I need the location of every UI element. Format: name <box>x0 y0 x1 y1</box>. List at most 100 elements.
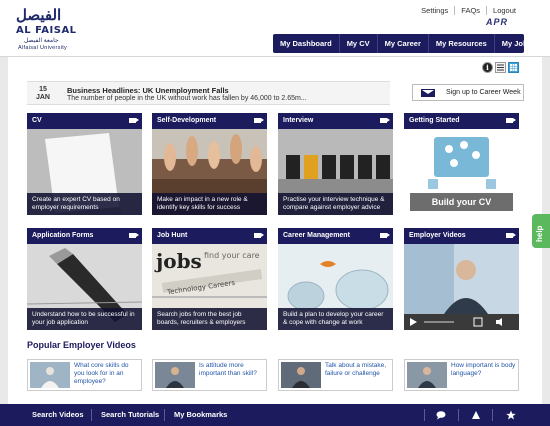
tile-caption: Make an impact in a new role & identify … <box>152 193 267 215</box>
bottom-bar: Search Videos Search Tutorials My Bookma… <box>0 404 550 426</box>
tile-header: Career Management <box>278 228 393 244</box>
video-player-controls[interactable] <box>404 314 519 330</box>
video-camera-icon <box>506 233 516 238</box>
my-bookmarks-link[interactable]: My Bookmarks <box>174 404 227 426</box>
tile-career-management[interactable]: Career Management Build a plan to develo… <box>278 228 393 330</box>
tile-title: CV <box>32 117 42 124</box>
nav-my-jobs[interactable]: My Jobs <box>495 34 539 53</box>
logo-subtitle: Alfaisal University <box>18 45 68 51</box>
dashboard-content: i 15 JAN Business Headlines: UK Unemploy… <box>8 57 542 404</box>
tile-header: Application Forms <box>27 228 142 244</box>
tile-title: Job Hunt <box>157 232 188 239</box>
tile-title: Getting Started <box>409 117 460 124</box>
tile-interview[interactable]: Interview Practise your interview techni… <box>278 113 393 215</box>
logo-arabic-text: الفيصل <box>16 6 62 24</box>
progress-track <box>424 321 454 323</box>
divider <box>164 409 165 421</box>
tile-header: Employer Videos <box>404 228 519 244</box>
volume-icon <box>496 318 502 326</box>
tile-header: Interview <box>278 113 393 129</box>
tile-getting-started[interactable]: Getting Started Build your CV <box>404 113 519 215</box>
search-tutorials-link[interactable]: Search Tutorials <box>101 404 159 426</box>
divider <box>424 409 425 421</box>
video-thumbnail[interactable] <box>281 362 321 388</box>
alfaisal-logo[interactable]: الفيصل AL FAISAL جامعة الفيصل Alfaisal U… <box>10 6 80 52</box>
video-thumbnail[interactable] <box>155 362 195 388</box>
main-nav: My Dashboard My CV My Career My Resource… <box>273 34 532 53</box>
tile-header: Self-Development <box>152 113 267 129</box>
star-icon[interactable] <box>506 410 516 420</box>
nav-my-career[interactable]: My Career <box>378 34 429 53</box>
nav-my-resources[interactable]: My Resources <box>429 34 495 53</box>
utility-links: Settings FAQs Logout <box>415 6 522 15</box>
logo-latin-text: AL FAISAL <box>16 25 77 36</box>
nav-my-cv[interactable]: My CV <box>340 34 378 53</box>
tile-title: Employer Videos <box>409 232 466 239</box>
help-label: help <box>535 225 544 242</box>
svg-text:jobs: jobs <box>154 249 202 273</box>
popular-video-card[interactable]: What core skills do you look for in an e… <box>27 359 142 391</box>
tile-self-development[interactable]: Self-Development Make an impact in a new… <box>152 113 267 215</box>
tile-caption: Understand how to be successful in your … <box>27 308 142 330</box>
grid-icon[interactable] <box>508 62 519 73</box>
video-camera-icon <box>380 118 390 123</box>
build-your-cv-banner[interactable]: Build your CV <box>410 193 513 211</box>
popular-video-card[interactable]: How important is body language? <box>404 359 519 391</box>
tile-caption: Search jobs from the best job boards, re… <box>152 308 267 330</box>
divider <box>91 409 92 421</box>
fullscreen-icon <box>473 317 483 327</box>
apr-logo: APR <box>486 17 509 27</box>
video-camera-icon <box>129 118 139 123</box>
video-camera-icon <box>506 118 516 123</box>
signup-label: Sign up to Career Week <box>446 89 521 96</box>
divider <box>458 409 459 421</box>
info-icon[interactable]: i <box>482 62 493 73</box>
video-title-link[interactable]: Is attitude more important than skill? <box>199 362 265 378</box>
tile-job-hunt[interactable]: jobs find your care Technology Careers Job… <box>152 228 267 330</box>
news-day: 15 <box>39 86 47 93</box>
tile-title: Application Forms <box>32 232 94 239</box>
popular-video-card[interactable]: Is attitude more important than skill? <box>152 359 267 391</box>
tile-title: Career Management <box>283 232 350 239</box>
tile-header: Job Hunt <box>152 228 267 244</box>
nav-my-dashboard[interactable]: My Dashboard <box>273 34 340 53</box>
popular-videos-title: Popular Employer Videos <box>27 340 136 350</box>
video-camera-icon <box>129 233 139 238</box>
tile-header: Getting Started <box>404 113 519 129</box>
search-videos-link[interactable]: Search Videos <box>32 404 84 426</box>
svg-text:find your care: find your care <box>204 251 260 260</box>
video-camera-icon <box>254 233 264 238</box>
header: الفيصل AL FAISAL جامعة الفيصل Alfaisal U… <box>0 0 550 57</box>
news-date: 15 JAN <box>35 86 51 102</box>
video-thumbnail[interactable] <box>30 362 70 388</box>
tile-title: Self-Development <box>157 117 217 124</box>
video-camera-icon <box>254 118 264 123</box>
tile-caption: Create an expert CV based on employer re… <box>27 193 142 215</box>
tile-title: Interview <box>283 117 314 124</box>
chat-icon[interactable] <box>436 410 446 420</box>
divider <box>492 409 493 421</box>
video-title-link[interactable]: What core skills do you look for in an e… <box>74 362 140 386</box>
help-tab[interactable]: help <box>532 214 550 248</box>
tile-cv[interactable]: CV Create an expert CV based on employer… <box>27 113 142 215</box>
settings-link[interactable]: Settings <box>415 6 454 15</box>
cone-icon[interactable] <box>471 410 481 420</box>
news-ticker[interactable]: 15 JAN Business Headlines: UK Unemployme… <box>27 81 390 105</box>
video-camera-icon <box>380 233 390 238</box>
video-thumbnail[interactable] <box>407 362 447 388</box>
news-body: The number of people in the UK without w… <box>67 95 307 102</box>
list-icon[interactable] <box>495 62 506 73</box>
play-icon <box>410 318 417 326</box>
tile-caption: Build a plan to develop your career & co… <box>278 308 393 330</box>
news-headline[interactable]: Business Headlines: UK Unemployment Fall… <box>67 86 229 95</box>
logout-link[interactable]: Logout <box>486 6 522 15</box>
tile-employer-videos[interactable]: Employer Videos <box>404 228 519 330</box>
news-month: JAN <box>35 94 50 101</box>
popular-video-card[interactable]: Talk about a mistake, failure or challen… <box>278 359 393 391</box>
video-title-link[interactable]: Talk about a mistake, failure or challen… <box>325 362 391 378</box>
faqs-link[interactable]: FAQs <box>454 6 486 15</box>
career-week-signup-button[interactable]: Sign up to Career Week <box>412 84 524 101</box>
tile-application-forms[interactable]: Application Forms Understand how to be s… <box>27 228 142 330</box>
tile-header: CV <box>27 113 142 129</box>
video-title-link[interactable]: How important is body language? <box>451 362 517 378</box>
